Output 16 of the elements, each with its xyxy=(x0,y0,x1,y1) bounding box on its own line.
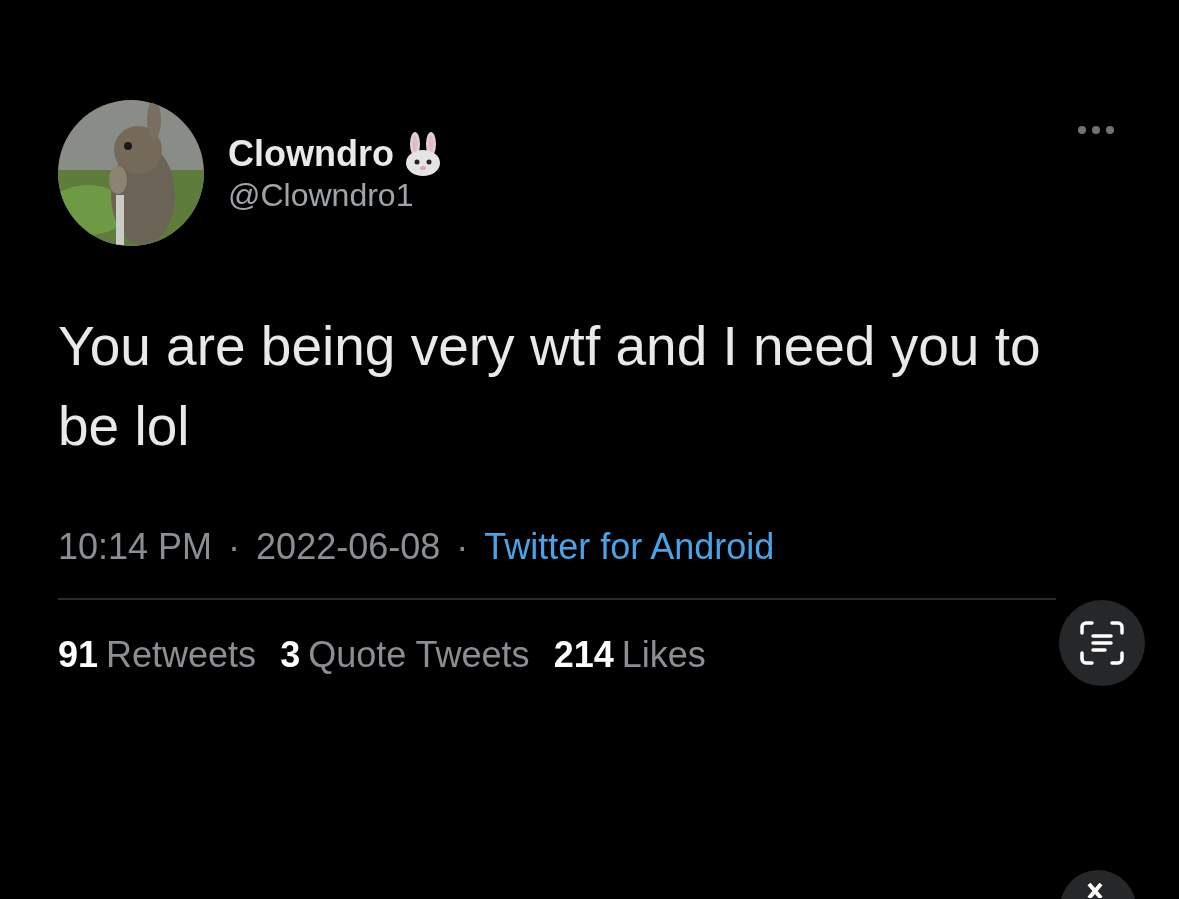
stat-label[interactable]: Retweets xyxy=(106,628,257,682)
stat-label[interactable]: Quote Tweets xyxy=(308,628,530,682)
separator-dot: · xyxy=(228,525,241,569)
source-link[interactable]: Twitter for Android xyxy=(484,520,775,574)
tweet-date: 2022-06-08 xyxy=(256,525,441,569)
stat-count[interactable]: 214 xyxy=(553,628,614,682)
scan-text-icon xyxy=(1080,621,1124,665)
stat-label[interactable]: Likes xyxy=(621,628,706,682)
tweet-time: 10:14 PM xyxy=(58,525,213,569)
stat-count[interactable]: 91 xyxy=(58,628,99,682)
stat-count[interactable]: 3 xyxy=(280,628,301,682)
user-handle[interactable]: @Clowndro1 xyxy=(228,175,1076,215)
display-name[interactable]: Clowndro xyxy=(228,134,394,174)
tweet-text: You are being very wtf and I need you to be lol xyxy=(58,314,1042,459)
separator-dot: · xyxy=(456,525,469,569)
more-options-icon[interactable] xyxy=(1076,124,1116,136)
